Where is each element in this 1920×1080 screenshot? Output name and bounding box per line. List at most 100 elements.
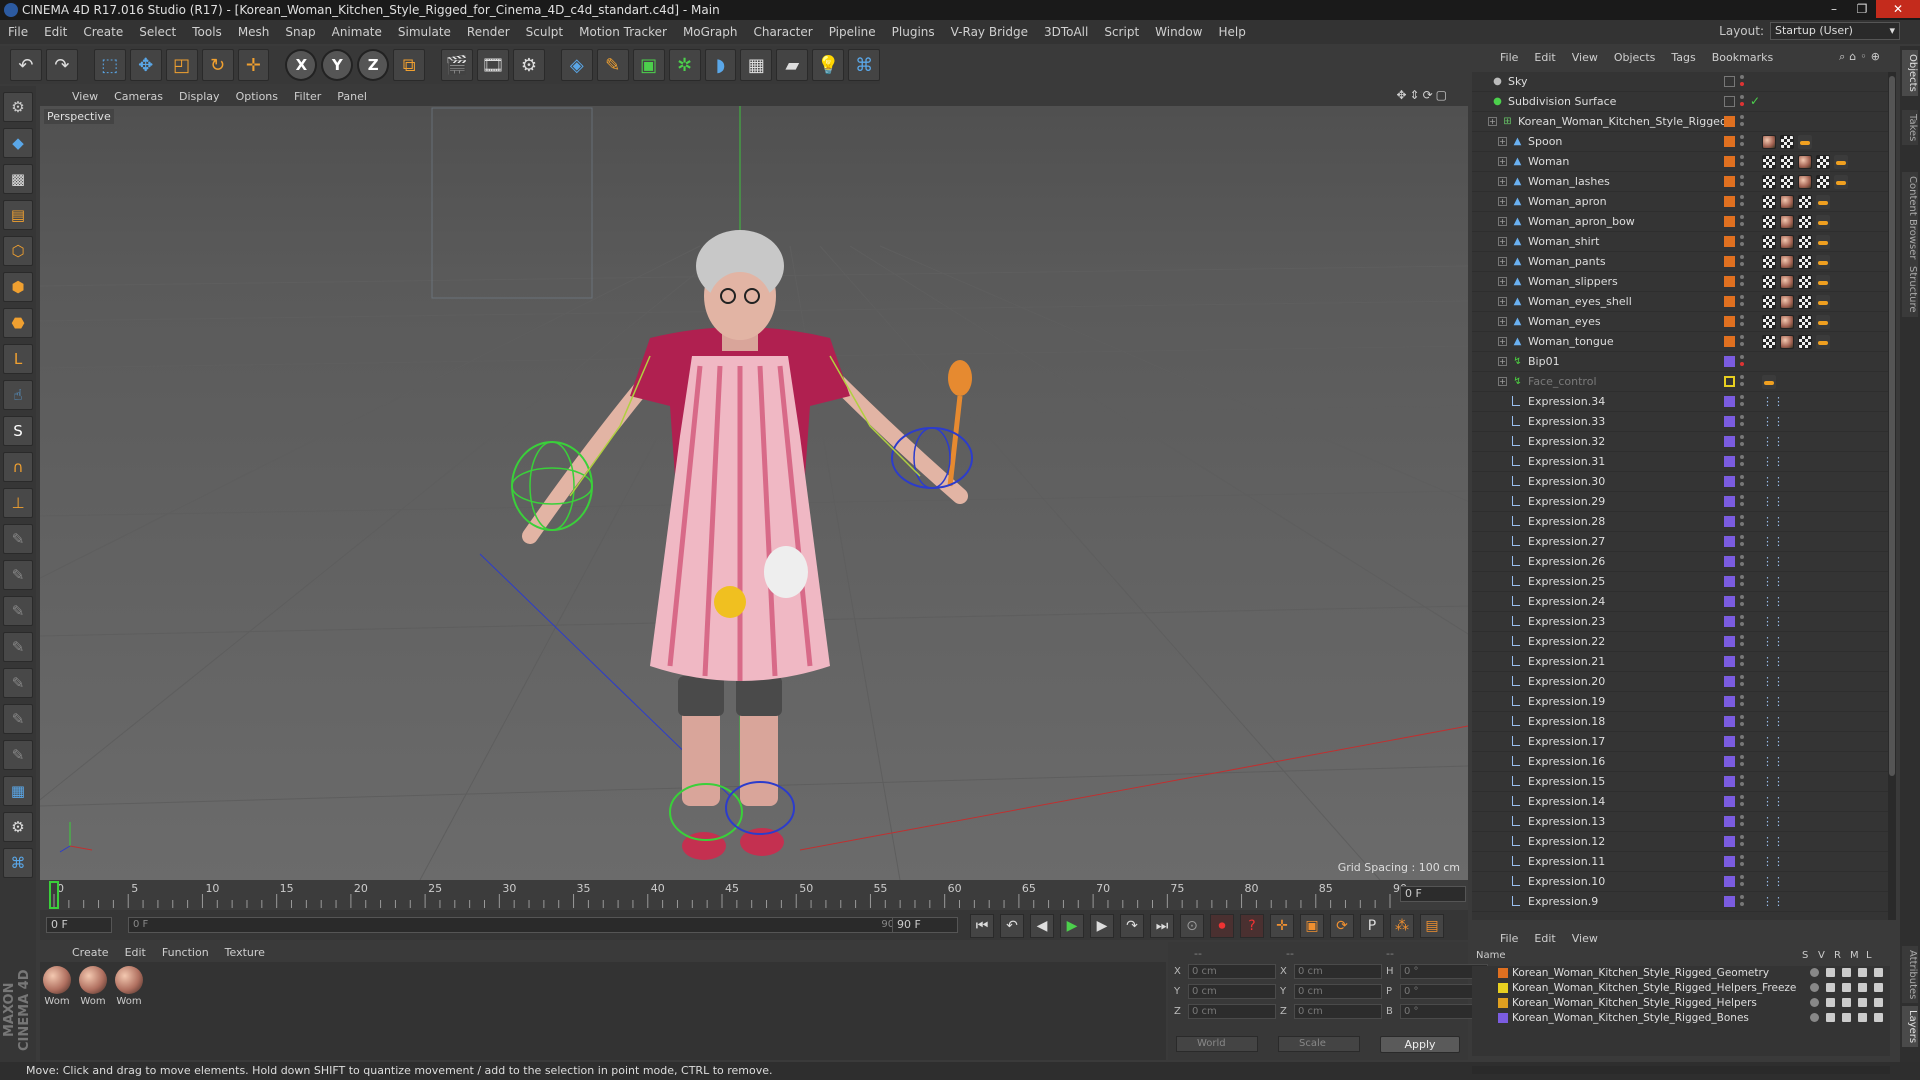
parameter-key-icon[interactable]: P bbox=[1360, 914, 1384, 938]
expand-toggle-icon[interactable]: + bbox=[1498, 137, 1507, 146]
menu-render[interactable]: Render bbox=[459, 25, 518, 39]
menu-3dtoall[interactable]: 3DToAll bbox=[1036, 25, 1096, 39]
xp-tag-icon[interactable] bbox=[1762, 695, 1776, 709]
render-picture-viewer-icon[interactable]: 🎞 bbox=[477, 49, 509, 81]
render-toggle-icon[interactable] bbox=[1842, 1013, 1851, 1022]
object-manager-scrollbar[interactable] bbox=[1888, 72, 1896, 920]
redo-icon[interactable]: ↷ bbox=[45, 49, 78, 81]
floor-environment-icon[interactable]: ▦ bbox=[740, 49, 773, 81]
lock-workplane-icon[interactable]: ⚙ bbox=[3, 812, 33, 842]
expand-toggle-icon[interactable]: + bbox=[1498, 197, 1507, 206]
w-tag-icon[interactable] bbox=[1780, 175, 1794, 189]
visibility-dots-icon[interactable] bbox=[1740, 434, 1746, 448]
xp-tag-icon[interactable] bbox=[1762, 515, 1776, 529]
manager-toggle-icon[interactable] bbox=[1858, 968, 1867, 977]
size-field[interactable]: 0 cm bbox=[1294, 1003, 1382, 1019]
menu-plugins[interactable]: Plugins bbox=[884, 25, 943, 39]
layer-color-swatch[interactable] bbox=[1498, 998, 1508, 1008]
layer-color-swatch[interactable] bbox=[1724, 376, 1735, 387]
locked-toggle-icon[interactable] bbox=[1874, 1013, 1883, 1022]
menu-help[interactable]: Help bbox=[1210, 25, 1253, 39]
layer-color-swatch[interactable] bbox=[1498, 968, 1508, 978]
timeline-window-icon[interactable]: ▤ bbox=[1420, 914, 1444, 938]
expand-toggle-icon[interactable]: + bbox=[1498, 337, 1507, 346]
workplane-mode-icon[interactable]: ▤ bbox=[3, 200, 33, 230]
manager-toggle-icon[interactable] bbox=[1858, 998, 1867, 1007]
layer-color-swatch[interactable] bbox=[1724, 836, 1735, 847]
layer-color-swatch[interactable] bbox=[1724, 796, 1735, 807]
solo-toggle-icon[interactable] bbox=[1810, 968, 1819, 977]
layer-color-swatch[interactable] bbox=[1498, 1013, 1508, 1023]
expand-toggle-icon[interactable]: + bbox=[1498, 357, 1507, 366]
visibility-dots-icon[interactable] bbox=[1740, 814, 1746, 828]
next-key-icon[interactable]: ↷ bbox=[1120, 914, 1144, 938]
solo-toggle-icon[interactable] bbox=[1810, 983, 1819, 992]
phong-tag-icon[interactable] bbox=[1816, 295, 1830, 309]
transform-tool-icon[interactable]: ✛ bbox=[237, 49, 270, 81]
visibility-dots-icon[interactable] bbox=[1740, 394, 1746, 408]
uv-tag-icon[interactable] bbox=[1798, 215, 1812, 229]
undo-icon[interactable]: ↶ bbox=[10, 49, 42, 81]
uv-tag-icon[interactable] bbox=[1798, 315, 1812, 329]
enabled-check-icon[interactable]: ✓ bbox=[1750, 94, 1760, 108]
xp-tag-icon[interactable] bbox=[1762, 895, 1776, 909]
side-tab-objects[interactable]: Objects bbox=[1902, 50, 1918, 96]
visibility-dots-icon[interactable] bbox=[1740, 234, 1746, 248]
mat-tag-icon[interactable] bbox=[1780, 295, 1794, 309]
menu-file[interactable]: File bbox=[0, 25, 36, 39]
n-tag-icon[interactable] bbox=[1762, 375, 1776, 389]
scale-key-icon[interactable]: ▣ bbox=[1300, 914, 1324, 938]
visibility-dots-icon[interactable] bbox=[1740, 314, 1746, 328]
expand-toggle-icon[interactable]: + bbox=[1498, 277, 1507, 286]
object-row[interactable]: Expression.31 bbox=[1472, 452, 1890, 472]
visibility-dots-icon[interactable] bbox=[1740, 674, 1746, 688]
w-tag-icon[interactable] bbox=[1780, 155, 1794, 169]
uv-tag-icon[interactable] bbox=[1798, 335, 1812, 349]
sculpt-flatten-icon[interactable]: ✎ bbox=[3, 632, 33, 662]
xp-tag-icon[interactable] bbox=[1762, 655, 1776, 669]
uv-tag-icon[interactable] bbox=[1798, 295, 1812, 309]
object-row[interactable]: Expression.23 bbox=[1472, 612, 1890, 632]
material-menu-function[interactable]: Function bbox=[154, 946, 217, 959]
position-field[interactable]: 0 cm bbox=[1188, 963, 1276, 979]
object-row[interactable]: + ▲ Woman_apron bbox=[1472, 192, 1890, 212]
uv-tag-icon[interactable] bbox=[1798, 195, 1812, 209]
mat-tag-icon[interactable] bbox=[1780, 335, 1794, 349]
layer-color-swatch[interactable] bbox=[1724, 536, 1735, 547]
visibility-dots-icon[interactable] bbox=[1740, 694, 1746, 708]
mat-tag-icon[interactable] bbox=[1798, 155, 1812, 169]
model-mode-icon[interactable]: ◆ bbox=[3, 128, 33, 158]
layer-color-swatch[interactable] bbox=[1724, 336, 1735, 347]
object-row[interactable]: + ↯ Bip01 bbox=[1472, 352, 1890, 372]
visibility-dots-icon[interactable] bbox=[1740, 834, 1746, 848]
uv-tag-icon[interactable] bbox=[1762, 295, 1776, 309]
start-frame-field[interactable]: 0 F bbox=[46, 917, 112, 933]
phong-tag-icon[interactable] bbox=[1816, 215, 1830, 229]
menu-character[interactable]: Character bbox=[745, 25, 820, 39]
layer-color-swatch[interactable] bbox=[1724, 516, 1735, 527]
visibility-dots-icon[interactable] bbox=[1740, 274, 1746, 288]
mat-tag-icon[interactable] bbox=[1780, 255, 1794, 269]
xp-tag-icon[interactable] bbox=[1762, 535, 1776, 549]
maximize-button[interactable]: ❐ bbox=[1848, 0, 1876, 18]
layer-row[interactable]: Korean_Woman_Kitchen_Style_Rigged_Geomet… bbox=[1472, 966, 1890, 981]
layer-color-swatch[interactable] bbox=[1724, 96, 1735, 107]
uv-tag-icon[interactable] bbox=[1780, 135, 1794, 149]
layer-color-swatch[interactable] bbox=[1724, 396, 1735, 407]
go-to-start-icon[interactable]: ⏮ bbox=[970, 914, 994, 938]
xp-tag-icon[interactable] bbox=[1762, 435, 1776, 449]
expand-toggle-icon[interactable]: + bbox=[1498, 177, 1507, 186]
menu-mesh[interactable]: Mesh bbox=[230, 25, 278, 39]
apply-button[interactable]: Apply bbox=[1380, 1036, 1460, 1053]
menu-animate[interactable]: Animate bbox=[324, 25, 390, 39]
layer-row[interactable]: Korean_Woman_Kitchen_Style_Rigged_Bones bbox=[1472, 1011, 1890, 1026]
x-axis-lock-button[interactable]: X bbox=[285, 49, 318, 81]
visibility-dots-icon[interactable] bbox=[1740, 114, 1746, 128]
layer-color-swatch[interactable] bbox=[1724, 436, 1735, 447]
z-axis-lock-button[interactable]: Z bbox=[357, 49, 390, 81]
visibility-dots-icon[interactable] bbox=[1740, 854, 1746, 868]
uv-tag-icon[interactable] bbox=[1798, 235, 1812, 249]
object-row[interactable]: Expression.27 bbox=[1472, 532, 1890, 552]
size-field[interactable]: 0 cm bbox=[1294, 963, 1382, 979]
phong-tag-icon[interactable] bbox=[1816, 235, 1830, 249]
